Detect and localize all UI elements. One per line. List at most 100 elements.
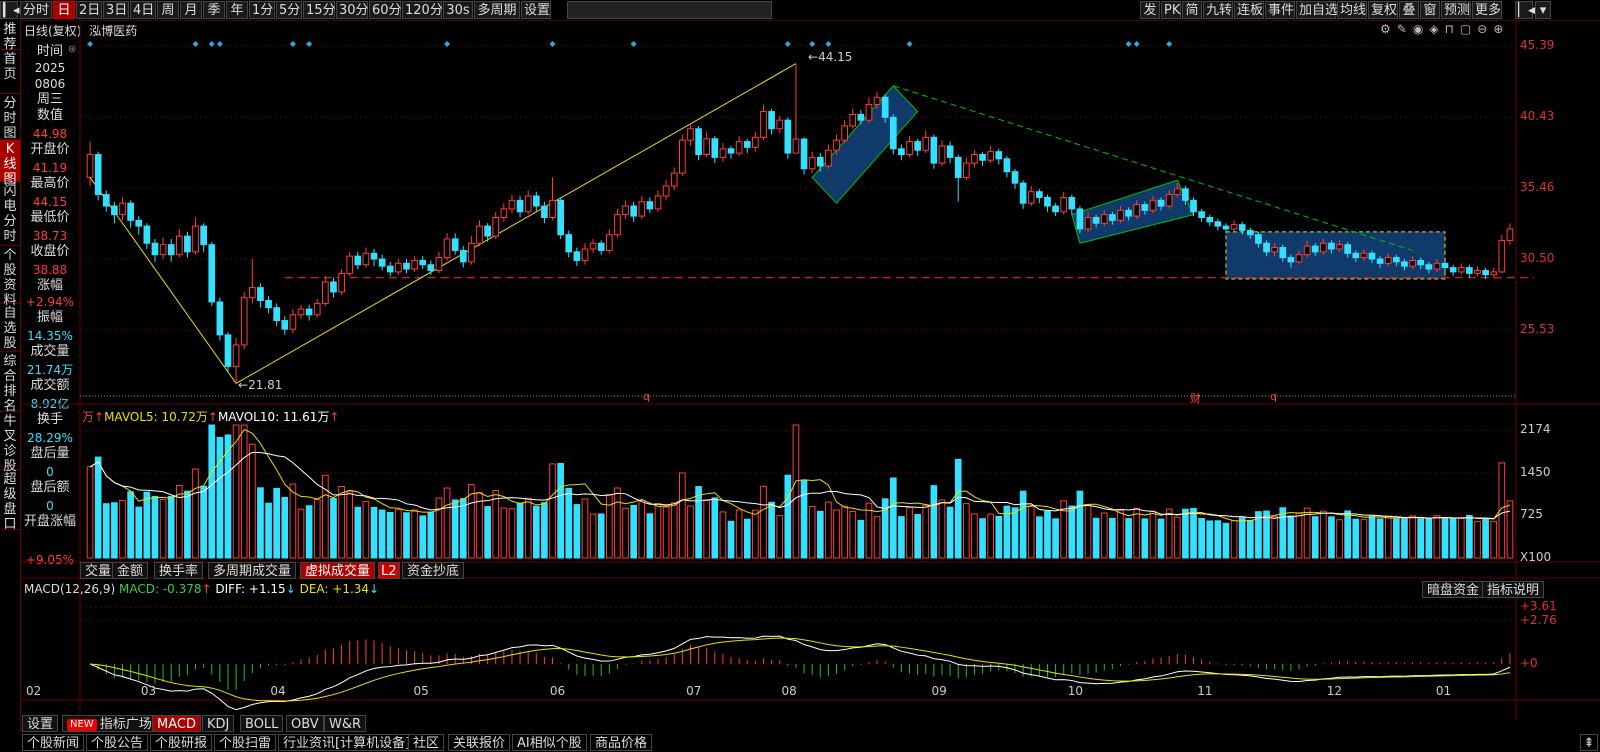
candle[interactable] <box>127 202 134 221</box>
candle[interactable] <box>1214 221 1222 227</box>
candle[interactable] <box>1368 252 1376 260</box>
bottom-tab[interactable]: 个股扫雷 <box>214 734 277 751</box>
candle[interactable] <box>532 195 540 207</box>
candle[interactable] <box>1401 261 1408 267</box>
candle[interactable] <box>338 272 345 293</box>
candle[interactable] <box>1482 269 1489 276</box>
candle[interactable] <box>825 149 832 167</box>
candle[interactable] <box>435 257 443 271</box>
candle[interactable] <box>987 151 995 161</box>
candle[interactable] <box>135 219 143 227</box>
candle[interactable] <box>565 234 573 253</box>
candle[interactable] <box>946 145 954 158</box>
event-marker[interactable]: q <box>1270 390 1277 403</box>
candle[interactable] <box>719 148 727 158</box>
candle[interactable] <box>800 138 808 170</box>
candle[interactable] <box>792 138 800 154</box>
candle[interactable] <box>768 111 775 130</box>
candle[interactable] <box>687 128 694 141</box>
candle[interactable] <box>1393 257 1400 263</box>
indicator-help-button[interactable]: 指标说明 <box>1482 581 1545 598</box>
candle[interactable] <box>995 151 1003 160</box>
candle[interactable] <box>1165 194 1173 207</box>
candle[interactable] <box>962 162 970 178</box>
candle[interactable] <box>841 125 848 141</box>
candle[interactable] <box>914 141 921 151</box>
candle[interactable] <box>743 141 751 148</box>
candle[interactable] <box>1336 244 1343 250</box>
candle[interactable] <box>695 128 702 156</box>
candle[interactable] <box>954 156 962 178</box>
candle[interactable] <box>232 344 240 367</box>
candle[interactable] <box>573 251 581 261</box>
volume-tab[interactable]: 换手率 <box>154 562 204 579</box>
candle[interactable] <box>354 255 362 266</box>
candle[interactable] <box>1441 262 1449 269</box>
candle[interactable] <box>1003 158 1011 173</box>
candle[interactable] <box>662 185 670 197</box>
bottom-tab[interactable]: 社区 <box>408 734 445 751</box>
candle[interactable] <box>1206 217 1214 223</box>
volume-tab[interactable]: 资金抄底 <box>402 562 465 579</box>
volume-tab[interactable]: 虚拟成交量 <box>300 562 376 579</box>
candle[interactable] <box>622 205 629 216</box>
candle[interactable] <box>906 141 913 156</box>
candle[interactable] <box>346 255 354 274</box>
candle[interactable] <box>735 141 743 154</box>
candle[interactable] <box>654 195 662 210</box>
candle[interactable] <box>670 172 678 187</box>
candle[interactable] <box>549 199 556 219</box>
volume-tab[interactable]: L2 <box>378 562 400 579</box>
candle[interactable] <box>240 297 248 346</box>
candle[interactable] <box>1117 209 1124 221</box>
signal-diamond[interactable] <box>1133 41 1140 47</box>
indicator-tab[interactable]: MACD <box>152 715 201 732</box>
candle[interactable] <box>1238 224 1246 231</box>
bottom-tab[interactable]: 个股公告 <box>86 734 149 751</box>
volume-tab[interactable]: 交量 <box>80 562 117 579</box>
candle[interactable] <box>468 242 475 263</box>
candle[interactable] <box>224 334 232 367</box>
event-marker[interactable]: q <box>643 390 650 403</box>
candle[interactable] <box>979 154 986 161</box>
candle[interactable] <box>1198 211 1205 219</box>
candle[interactable] <box>630 205 638 217</box>
candle[interactable] <box>638 201 646 217</box>
candle[interactable] <box>760 111 767 138</box>
scroll-top-icon[interactable]: ⇞ <box>1580 734 1598 751</box>
candle[interactable] <box>1433 262 1441 270</box>
candle[interactable] <box>184 235 191 253</box>
candle[interactable] <box>889 116 897 150</box>
candle[interactable] <box>159 244 167 256</box>
candle[interactable] <box>1319 242 1327 253</box>
candle[interactable] <box>865 103 873 121</box>
candle[interactable] <box>192 225 199 253</box>
candle[interactable] <box>597 242 605 251</box>
candle[interactable] <box>216 301 224 336</box>
candle[interactable] <box>752 136 759 148</box>
candle[interactable] <box>938 145 946 164</box>
candle[interactable] <box>289 314 297 330</box>
candle[interactable] <box>1044 196 1051 207</box>
candle[interactable] <box>1157 199 1165 207</box>
candle[interactable] <box>1052 205 1059 213</box>
candle[interactable] <box>1457 267 1465 273</box>
signal-diamond[interactable] <box>444 41 451 47</box>
candle[interactable] <box>330 281 337 293</box>
candle[interactable] <box>322 281 329 304</box>
candle[interactable] <box>873 96 881 105</box>
candle[interactable] <box>248 287 256 299</box>
candle[interactable] <box>305 308 313 316</box>
candle[interactable] <box>257 287 264 302</box>
candle[interactable] <box>1263 242 1270 253</box>
volume-tab[interactable]: 多周期成交量 <box>208 562 297 579</box>
candle[interactable] <box>1376 258 1384 264</box>
candle[interactable] <box>922 136 930 151</box>
candle[interactable] <box>200 225 207 246</box>
candle[interactable] <box>605 234 613 251</box>
candle[interactable] <box>1490 271 1498 276</box>
bottom-tab[interactable]: 关联报价 <box>448 734 511 751</box>
candle[interactable] <box>167 244 175 256</box>
candle[interactable] <box>711 138 719 158</box>
indicator-tab[interactable]: BOLL <box>240 715 284 732</box>
